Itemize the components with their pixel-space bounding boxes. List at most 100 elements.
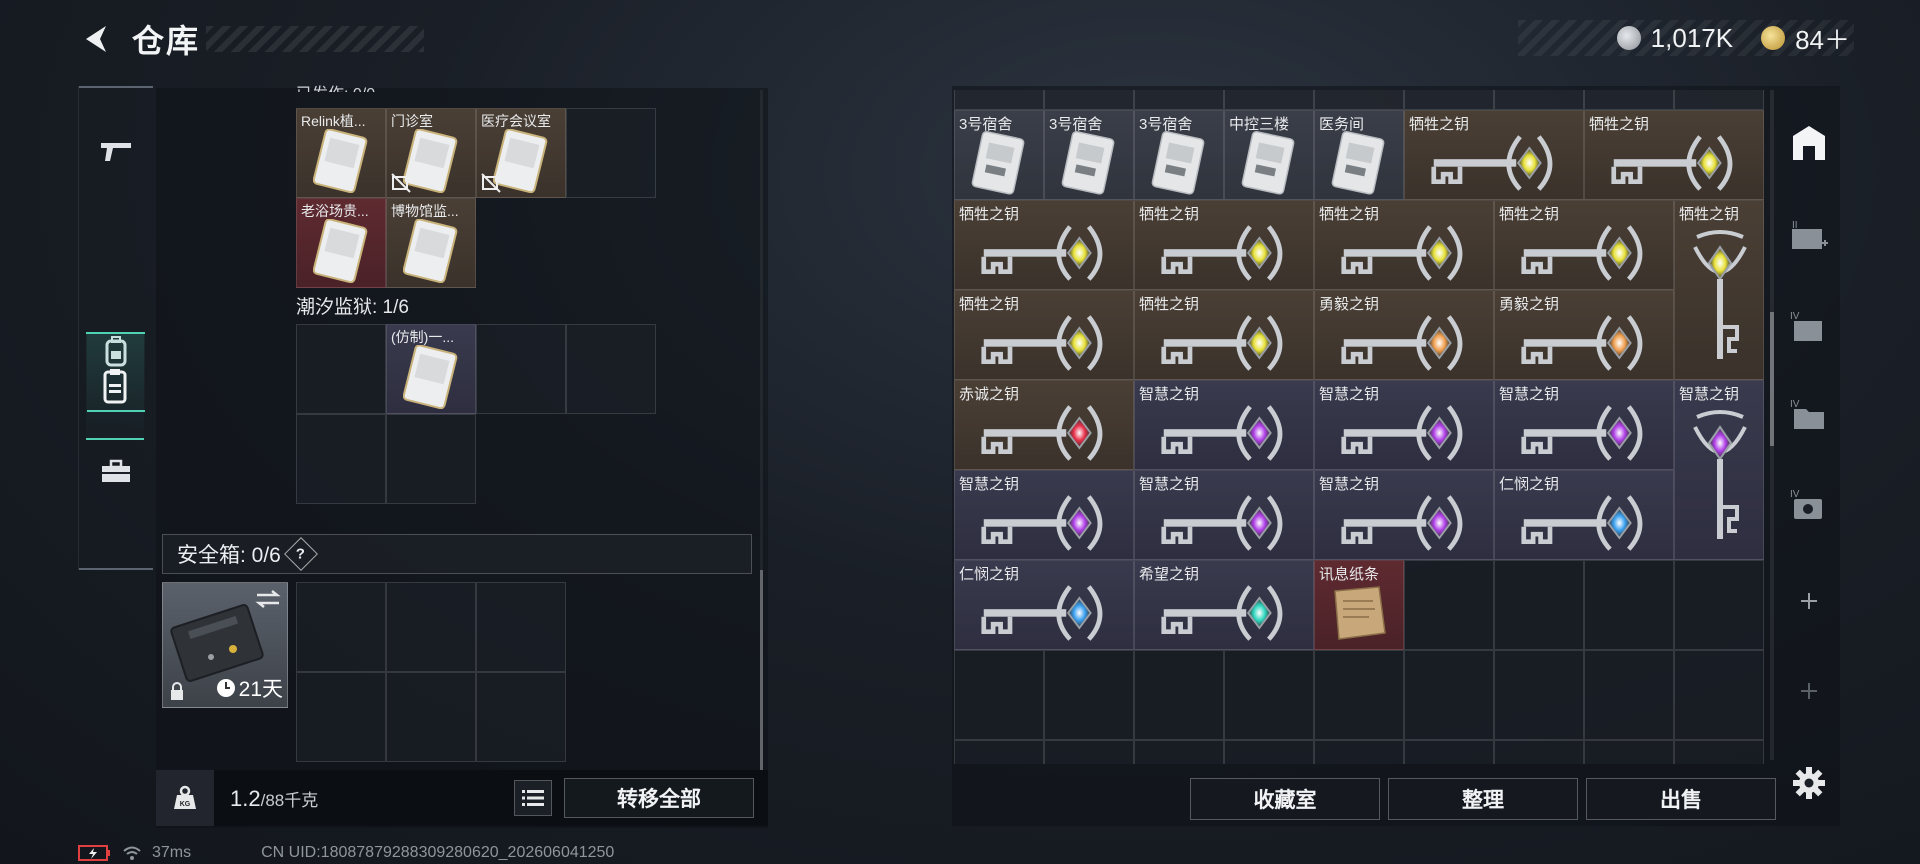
container-item[interactable]: 老浴场贵...: [296, 198, 386, 288]
storage-slot[interactable]: [1224, 90, 1314, 110]
swap-icon[interactable]: [255, 589, 281, 609]
storage-slot[interactable]: [1494, 560, 1584, 650]
storage-slot[interactable]: [1404, 560, 1494, 650]
keycard-item[interactable]: 3号宿舍: [1134, 110, 1224, 200]
nav-vest[interactable]: [86, 332, 144, 440]
container-item[interactable]: 医疗会议室: [476, 108, 566, 198]
storage-slot[interactable]: [1044, 90, 1134, 110]
key-item[interactable]: 希望之钥: [1134, 560, 1314, 650]
nav-toolbox[interactable]: [87, 431, 145, 511]
add-storage-tab-button-2[interactable]: [1784, 666, 1834, 716]
storage-slot[interactable]: [1314, 90, 1404, 110]
storage-slot[interactable]: [954, 90, 1044, 110]
key-item[interactable]: 智慧之钥: [1314, 380, 1494, 470]
storage-slot[interactable]: [954, 740, 1044, 764]
container-item[interactable]: Relink植...: [296, 108, 386, 198]
storage-tab-main[interactable]: [1784, 118, 1834, 168]
key-item[interactable]: 智慧之钥: [1134, 470, 1314, 560]
key-item[interactable]: 勇毅之钥: [1314, 290, 1494, 380]
storage-slot[interactable]: [1674, 650, 1764, 740]
organize-button[interactable]: 整理: [1388, 778, 1578, 820]
key-item[interactable]: 牺牲之钥: [1134, 290, 1314, 380]
storage-slot[interactable]: [1134, 740, 1224, 764]
storage-slot[interactable]: [1404, 90, 1494, 110]
storage-tab-iv-1[interactable]: IV: [1784, 302, 1834, 352]
transfer-all-button[interactable]: 转移全部: [564, 778, 754, 818]
safe-slot[interactable]: [476, 672, 566, 762]
vertical-key-item[interactable]: 牺牲之钥: [1674, 200, 1764, 380]
key-item[interactable]: 智慧之钥: [1494, 380, 1674, 470]
storage-tab-iv-2[interactable]: IV: [1784, 390, 1834, 440]
storage-slot[interactable]: [1494, 650, 1584, 740]
safe-slot[interactable]: [476, 582, 566, 672]
storage-slot[interactable]: [1134, 90, 1224, 110]
key-item[interactable]: 牺牲之钥: [1494, 200, 1674, 290]
left-scroll-thumb[interactable]: [760, 570, 763, 770]
storage-slot[interactable]: [1584, 650, 1674, 740]
key-item[interactable]: 牺牲之钥: [954, 290, 1134, 380]
storage-slot[interactable]: [1224, 650, 1314, 740]
storage-slot[interactable]: [1044, 650, 1134, 740]
storage-tab-medical[interactable]: II: [1784, 212, 1834, 262]
key-item[interactable]: 仁悯之钥: [1494, 470, 1674, 560]
storage-slot[interactable]: [1494, 90, 1584, 110]
currency-secondary[interactable]: 84＋: [1795, 20, 1850, 57]
key-item[interactable]: 勇毅之钥: [1494, 290, 1674, 380]
nav-weapons[interactable]: [87, 112, 145, 192]
key-item[interactable]: 牺牲之钥: [954, 200, 1134, 290]
keycard-item[interactable]: 中控三楼: [1224, 110, 1314, 200]
empty-slot[interactable]: [296, 414, 386, 504]
safe-box-item[interactable]: 21天: [162, 582, 288, 708]
key-item[interactable]: 牺牲之钥: [1404, 110, 1584, 200]
safe-slot[interactable]: [386, 582, 476, 672]
storage-slot[interactable]: [1674, 90, 1764, 110]
sell-button[interactable]: 出售: [1586, 778, 1776, 820]
safe-slot[interactable]: [296, 582, 386, 672]
container-item[interactable]: 门诊室: [386, 108, 476, 198]
add-storage-tab-button[interactable]: [1784, 576, 1834, 626]
empty-slot[interactable]: [566, 324, 656, 414]
container-item[interactable]: 博物馆监...: [386, 198, 476, 288]
vertical-key-item[interactable]: 智慧之钥: [1674, 380, 1764, 560]
key-item[interactable]: 智慧之钥: [1314, 470, 1494, 560]
key-item[interactable]: 赤诚之钥: [954, 380, 1134, 470]
key-item[interactable]: 牺牲之钥: [1314, 200, 1494, 290]
key-item[interactable]: 智慧之钥: [1134, 380, 1314, 470]
storage-slot[interactable]: [1584, 560, 1674, 650]
help-button[interactable]: ?: [283, 537, 318, 571]
list-view-button[interactable]: [514, 780, 552, 816]
key-item[interactable]: 智慧之钥: [954, 470, 1134, 560]
storage-slot[interactable]: [1134, 650, 1224, 740]
storage-slot[interactable]: [1404, 740, 1494, 764]
key-item[interactable]: 仁悯之钥: [954, 560, 1134, 650]
storage-slot[interactable]: [1044, 740, 1134, 764]
storage-slot[interactable]: [1314, 740, 1404, 764]
keycard-item[interactable]: 3号宿舍: [1044, 110, 1134, 200]
storage-scroll-thumb[interactable]: [1770, 312, 1774, 446]
keycard-item[interactable]: 3号宿舍: [954, 110, 1044, 200]
settings-button[interactable]: [1784, 758, 1834, 808]
empty-slot[interactable]: [386, 414, 476, 504]
storage-slot[interactable]: [1584, 90, 1674, 110]
empty-slot[interactable]: [296, 324, 386, 414]
storage-slot[interactable]: [1674, 560, 1764, 650]
storage-slot[interactable]: [1494, 740, 1584, 764]
storage-tab-iv-3[interactable]: IV: [1784, 480, 1834, 530]
empty-slot[interactable]: [476, 324, 566, 414]
storage-slot[interactable]: [1404, 650, 1494, 740]
note-item[interactable]: 讯息纸条: [1314, 560, 1404, 650]
storage-slot[interactable]: [1314, 650, 1404, 740]
back-button[interactable]: [78, 18, 112, 60]
empty-slot[interactable]: [566, 108, 656, 198]
safe-slot[interactable]: [296, 672, 386, 762]
container-item[interactable]: (仿制)一...: [386, 324, 476, 414]
key-item[interactable]: 牺牲之钥: [1584, 110, 1764, 200]
storage-slot[interactable]: [1674, 740, 1764, 764]
storage-slot[interactable]: [1224, 740, 1314, 764]
storage-slot[interactable]: [1584, 740, 1674, 764]
keycard-item[interactable]: 医务间: [1314, 110, 1404, 200]
storage-slot[interactable]: [954, 650, 1044, 740]
safe-slot[interactable]: [386, 672, 476, 762]
collection-room-button[interactable]: 收藏室: [1190, 778, 1380, 820]
key-item[interactable]: 牺牲之钥: [1134, 200, 1314, 290]
